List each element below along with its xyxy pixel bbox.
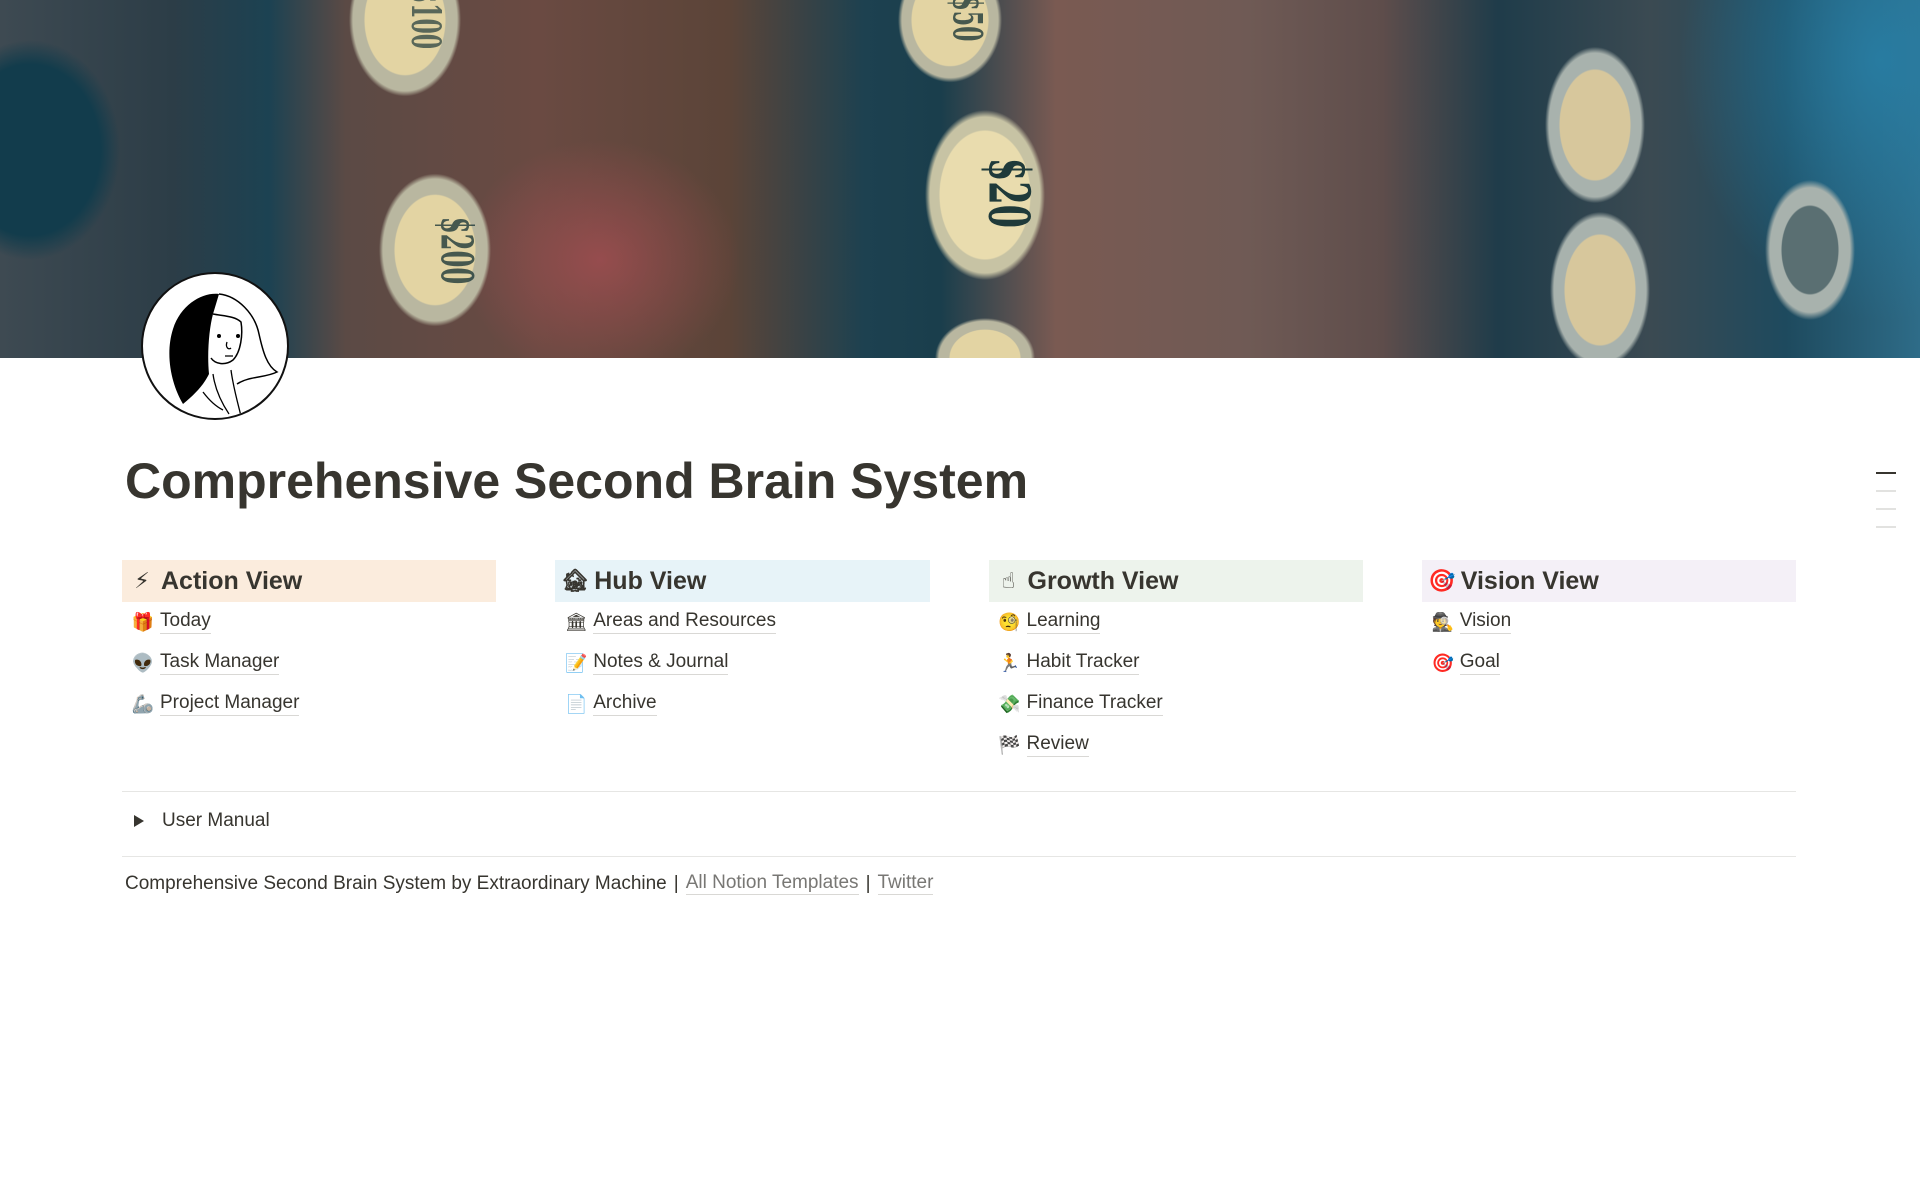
- link-label[interactable]: Habit Tracker: [1026, 651, 1140, 675]
- link-label[interactable]: Notes & Journal: [593, 651, 729, 675]
- header-hub-view: 🏚 Hub View: [555, 560, 930, 602]
- header-label: Action View: [161, 566, 303, 595]
- link-habit-tracker[interactable]: 🏃 Habit Tracker: [989, 643, 1363, 684]
- column-hub-view: 🏚 Hub View 🏛 Areas and Resources 📝 Notes…: [555, 560, 930, 766]
- link-label[interactable]: Learning: [1026, 610, 1101, 634]
- link-label[interactable]: Review: [1026, 733, 1089, 757]
- table-of-contents-minimap[interactable]: [1876, 472, 1896, 544]
- cover-label: $200: [430, 216, 482, 285]
- header-label: Vision View: [1460, 566, 1599, 595]
- column-vision-view: 🎯 Vision View 🕵 Vision 🎯 Goal: [1421, 560, 1796, 766]
- link-twitter[interactable]: Twitter: [877, 872, 934, 895]
- toc-marker[interactable]: [1876, 526, 1896, 528]
- footer-separator: |: [673, 873, 679, 894]
- link-areas-and-resources[interactable]: 🏛 Areas and Resources: [555, 602, 929, 643]
- header-growth-view: ☝ Growth View: [988, 560, 1363, 602]
- lightning-icon: ⚡: [134, 568, 150, 593]
- cover-label: $100: [402, 0, 450, 50]
- money-wings-icon: 💸: [998, 694, 1021, 714]
- link-label[interactable]: Vision: [1459, 610, 1512, 634]
- mechanical-arm-icon: 🦾: [131, 694, 155, 714]
- cover-label: $20: [975, 157, 1042, 229]
- classical-building-icon: 🏛: [564, 612, 588, 632]
- monocle-face-icon: 🧐: [998, 612, 1021, 632]
- checkered-flag-icon: 🏁: [998, 735, 1021, 755]
- toggle-label[interactable]: User Manual: [162, 810, 270, 832]
- link-label[interactable]: Archive: [593, 692, 657, 716]
- memo-icon: 📝: [565, 653, 588, 673]
- page-icon-avatar: [141, 272, 289, 420]
- link-finance-tracker[interactable]: 💸 Finance Tracker: [989, 684, 1363, 725]
- header-label: Growth View: [1027, 566, 1179, 595]
- link-label[interactable]: Today: [160, 610, 211, 634]
- house-icon: 🏚: [561, 568, 590, 593]
- link-vision[interactable]: 🕵 Vision: [1422, 602, 1796, 643]
- woman-illustration-icon: [169, 293, 279, 417]
- link-task-manager[interactable]: 👽 Task Manager: [122, 643, 496, 684]
- link-label[interactable]: Project Manager: [160, 692, 300, 716]
- target-icon: 🎯: [1431, 653, 1454, 673]
- index-pointing-up-icon: ☝: [1001, 568, 1016, 593]
- link-label[interactable]: Areas and Resources: [593, 610, 776, 634]
- link-all-notion-templates[interactable]: All Notion Templates: [685, 872, 859, 895]
- link-notes-journal[interactable]: 📝 Notes & Journal: [555, 643, 929, 684]
- footer-separator: |: [865, 873, 871, 894]
- header-action-view: ⚡ Action View: [122, 560, 497, 602]
- toc-marker[interactable]: [1876, 472, 1896, 474]
- cover-label: $50: [943, 0, 991, 42]
- detective-icon: 🕵: [1431, 612, 1454, 632]
- alien-icon: 👽: [131, 653, 155, 673]
- link-review[interactable]: 🏁 Review: [989, 725, 1363, 766]
- footer-credit-text: Comprehensive Second Brain System by Ext…: [125, 873, 667, 894]
- triangle-right-icon[interactable]: [134, 815, 144, 827]
- toggle-user-manual[interactable]: User Manual: [130, 810, 270, 832]
- views-columns: ⚡ Action View 🎁 Today 👽 Task Manager 🦾 P…: [122, 560, 1796, 766]
- header-vision-view: 🎯 Vision View: [1421, 560, 1796, 602]
- document-icon: 📄: [565, 694, 588, 714]
- footer-credits: Comprehensive Second Brain System by Ext…: [125, 872, 934, 895]
- link-learning[interactable]: 🧐 Learning: [989, 602, 1363, 643]
- link-label[interactable]: Goal: [1459, 651, 1500, 675]
- link-today[interactable]: 🎁 Today: [122, 602, 496, 643]
- link-project-manager[interactable]: 🦾 Project Manager: [122, 684, 496, 725]
- gift-icon: 🎁: [131, 612, 155, 632]
- header-label: Hub View: [594, 566, 707, 595]
- toc-marker[interactable]: [1876, 490, 1896, 492]
- target-icon: 🎯: [1428, 568, 1456, 593]
- link-label[interactable]: Finance Tracker: [1026, 692, 1163, 716]
- link-goal[interactable]: 🎯 Goal: [1422, 643, 1796, 684]
- cover-image: $20 $200 $50 $100: [0, 0, 1920, 358]
- toc-marker[interactable]: [1876, 508, 1896, 510]
- divider: [122, 791, 1796, 792]
- divider: [122, 856, 1796, 857]
- runner-icon: 🏃: [998, 653, 1021, 673]
- link-label[interactable]: Task Manager: [160, 651, 280, 675]
- link-archive[interactable]: 📄 Archive: [555, 684, 929, 725]
- column-action-view: ⚡ Action View 🎁 Today 👽 Task Manager 🦾 P…: [122, 560, 497, 766]
- column-growth-view: ☝ Growth View 🧐 Learning 🏃 Habit Tracker…: [988, 560, 1363, 766]
- page-title: Comprehensive Second Brain System: [125, 453, 1029, 509]
